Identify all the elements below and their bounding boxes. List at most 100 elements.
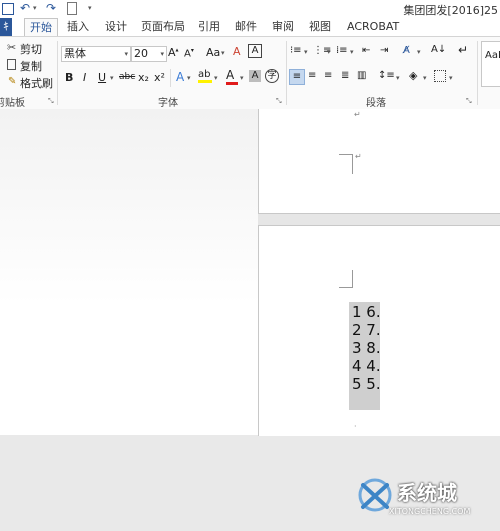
copy-button[interactable]: 复制 bbox=[20, 58, 42, 74]
crop-mark bbox=[352, 270, 353, 288]
crop-mark bbox=[352, 154, 353, 174]
group-separator bbox=[286, 41, 287, 105]
font-launcher-icon[interactable]: ⤡ bbox=[276, 97, 282, 106]
align-left-icon[interactable]: ≡ bbox=[289, 69, 305, 85]
highlight-color-icon[interactable]: ab bbox=[198, 69, 212, 83]
undo-icon[interactable]: ↶ bbox=[20, 1, 30, 15]
paragraph-mark-icon: ↵ bbox=[354, 110, 361, 119]
chevron-down-icon[interactable]: ▾ bbox=[221, 49, 225, 57]
align-center-icon[interactable]: ≡ bbox=[308, 70, 316, 81]
chinese-layout-icon[interactable]: A̸ bbox=[403, 45, 410, 56]
enclose-characters-icon[interactable]: 字 bbox=[265, 69, 279, 83]
show-formatting-icon[interactable]: ↵ bbox=[458, 43, 468, 57]
redo-icon[interactable]: ↷ bbox=[46, 1, 56, 15]
chevron-down-icon[interactable]: ▾ bbox=[423, 74, 427, 82]
decrease-indent-icon[interactable]: ⇤ bbox=[362, 45, 370, 56]
paragraph-group-label: 段落 bbox=[366, 98, 386, 109]
tab-home[interactable]: 开始 bbox=[24, 18, 58, 37]
shading-icon[interactable]: ◈ bbox=[409, 69, 417, 82]
tab-insert[interactable]: 插入 bbox=[62, 18, 94, 36]
font-name-value: 黑体 bbox=[64, 47, 86, 60]
document-text[interactable]: 1 6. 2 7. 3 8. 4 4. 5 5. bbox=[352, 303, 412, 393]
chevron-down-icon[interactable]: ▾ bbox=[396, 74, 400, 82]
document-line: 1 6. bbox=[352, 303, 381, 321]
style-sample: AaB bbox=[485, 50, 500, 61]
font-group-label: 字体 bbox=[158, 98, 178, 109]
chevron-down-icon[interactable]: ▾ bbox=[327, 48, 331, 56]
page-1: ↵ ↵ bbox=[258, 109, 500, 214]
style-gallery-item[interactable]: AaB bbox=[481, 41, 500, 87]
chevron-down-icon: ▾ bbox=[124, 50, 128, 58]
cut-icon: ✂ bbox=[7, 41, 17, 54]
font-color-icon[interactable]: A bbox=[226, 68, 238, 85]
distributed-icon[interactable]: ▥ bbox=[357, 70, 366, 81]
italic-button[interactable]: I bbox=[83, 71, 86, 84]
document-line: 4 4. bbox=[352, 357, 381, 375]
sort-icon[interactable]: A↓ bbox=[431, 44, 446, 55]
crop-mark bbox=[339, 154, 353, 173]
strikethrough-button[interactable]: abc bbox=[119, 72, 135, 82]
document-line: 5 5. bbox=[352, 375, 381, 393]
change-case-button[interactable]: Aa bbox=[206, 46, 220, 59]
chevron-down-icon[interactable]: ▾ bbox=[350, 48, 354, 56]
font-name-combo[interactable]: 黑体 ▾ bbox=[61, 46, 131, 62]
group-separator bbox=[57, 41, 58, 105]
tab-mailings[interactable]: 邮件 bbox=[230, 18, 262, 36]
chevron-down-icon[interactable]: ▾ bbox=[449, 74, 453, 82]
crop-mark bbox=[339, 287, 353, 288]
shrink-font-icon[interactable]: A▾ bbox=[184, 47, 194, 59]
tab-file[interactable]: ｷ bbox=[0, 18, 12, 36]
grow-font-icon[interactable]: A▴ bbox=[168, 46, 179, 59]
tab-view[interactable]: 视图 bbox=[304, 18, 336, 36]
clipboard-launcher-icon[interactable]: ⤡ bbox=[48, 97, 54, 106]
paragraph-launcher-icon[interactable]: ⤡ bbox=[466, 97, 472, 106]
watermark-brand: 系统城 bbox=[397, 481, 457, 505]
subscript-button[interactable]: x₂ bbox=[138, 71, 149, 84]
chevron-down-icon[interactable]: ▾ bbox=[214, 74, 218, 82]
tab-acrobat[interactable]: ACROBAT bbox=[342, 18, 404, 36]
increase-indent-icon[interactable]: ⇥ bbox=[380, 45, 388, 56]
line-spacing-icon[interactable]: ↕≡ bbox=[378, 70, 395, 81]
undo-dropdown-icon[interactable]: ▾ bbox=[33, 4, 37, 12]
chevron-down-icon[interactable]: ▾ bbox=[110, 74, 114, 82]
character-shading-icon[interactable]: A bbox=[249, 70, 261, 82]
group-separator bbox=[170, 69, 171, 87]
ribbon: ✂ 剪切 复制 ✎ 格式刷 剪贴板 ⤡ 黑体 ▾ 20 ▾ A▴ A▾ Aa ▾… bbox=[0, 36, 500, 110]
bullets-icon[interactable]: ⁝≡ bbox=[290, 45, 302, 56]
tab-page-layout[interactable]: 页面布局 bbox=[136, 18, 190, 36]
new-document-icon[interactable] bbox=[67, 2, 77, 15]
group-separator bbox=[477, 41, 478, 105]
text-effects-icon[interactable]: A bbox=[176, 70, 184, 84]
underline-button[interactable]: U bbox=[98, 71, 106, 84]
clear-formatting-icon[interactable]: A bbox=[233, 45, 241, 58]
tab-design[interactable]: 设计 bbox=[100, 18, 132, 36]
quick-access-toolbar: ↶ ▾ ↷ ▾ 集团团发[2016]25 bbox=[0, 0, 500, 18]
document-area: ↵ ↵ · 1 6. 2 7. 3 8. 4 4. 5 5. 系统城 XITON… bbox=[0, 109, 500, 516]
chevron-down-icon[interactable]: ▾ bbox=[240, 74, 244, 82]
superscript-button[interactable]: x² bbox=[154, 71, 165, 84]
multilevel-list-icon[interactable]: ⁞≡ bbox=[336, 45, 348, 56]
chevron-down-icon[interactable]: ▾ bbox=[187, 74, 191, 82]
cut-button[interactable]: 剪切 bbox=[20, 41, 42, 57]
borders-icon[interactable] bbox=[434, 70, 446, 82]
justify-icon[interactable]: ≣ bbox=[341, 70, 349, 81]
left-gutter bbox=[0, 109, 258, 435]
paragraph-mark-icon: · bbox=[354, 422, 357, 431]
font-size-value: 20 bbox=[134, 47, 148, 60]
customize-qat-icon[interactable]: ▾ bbox=[88, 4, 92, 12]
tab-review[interactable]: 审阅 bbox=[267, 18, 299, 36]
chevron-down-icon[interactable]: ▾ bbox=[417, 48, 421, 56]
save-icon[interactable] bbox=[2, 3, 14, 15]
chevron-down-icon[interactable]: ▾ bbox=[304, 48, 308, 56]
paragraph-mark-icon: ↵ bbox=[355, 152, 362, 161]
character-border-icon[interactable]: A bbox=[248, 44, 262, 58]
window-title: 集团团发[2016]25 bbox=[403, 4, 498, 17]
bold-button[interactable]: B bbox=[65, 71, 73, 84]
clipboard-group-label: 剪贴板 bbox=[0, 98, 25, 109]
document-line: 3 8. bbox=[352, 339, 381, 357]
font-size-combo[interactable]: 20 ▾ bbox=[131, 46, 167, 62]
tab-references[interactable]: 引用 bbox=[193, 18, 225, 36]
align-right-icon[interactable]: ≡ bbox=[324, 70, 332, 81]
watermark: 系统城 XITONGCHENG.COM bbox=[355, 471, 500, 531]
format-painter-button[interactable]: 格式刷 bbox=[20, 75, 53, 91]
